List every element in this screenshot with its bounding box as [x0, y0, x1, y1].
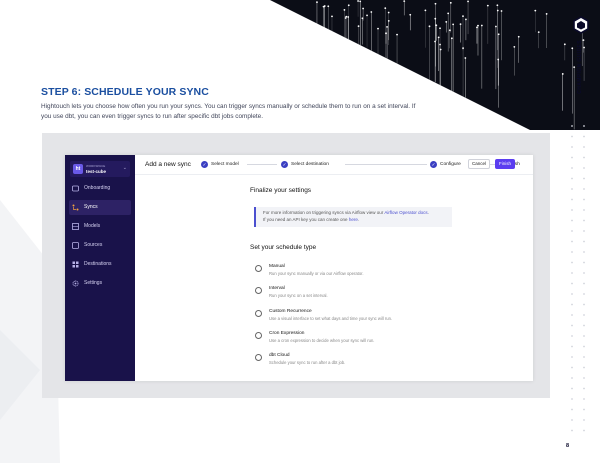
- page-title: Add a new sync: [145, 161, 191, 168]
- schedule-option-manual[interactable]: Manual Run your sync manually or via our…: [255, 264, 445, 280]
- callout-line: If you need an API key you can create on…: [263, 217, 452, 224]
- step-connector: [247, 164, 277, 165]
- option-description: Use a visual interface to set what days …: [269, 316, 393, 321]
- wizard-step-label: Select destination: [291, 162, 329, 167]
- option-description: Schedule your sync to run after a dbt jo…: [269, 360, 346, 365]
- sidebar-item-label: Syncs: [84, 204, 98, 210]
- callout-text: If you need an API key you can create on…: [263, 216, 349, 222]
- info-callout: For more information on triggering syncs…: [254, 207, 452, 227]
- sidebar-item-settings[interactable]: Settings: [69, 276, 131, 291]
- page-number: 8: [566, 443, 570, 449]
- option-title: Interval: [269, 286, 285, 291]
- check-icon: ✓: [281, 161, 288, 168]
- radio-button[interactable]: [255, 310, 262, 317]
- onboarding-icon: [72, 185, 79, 192]
- chevron-down-icon: ⌄: [122, 165, 127, 171]
- radio-button[interactable]: [255, 287, 262, 294]
- sidebar-item-label: Destinations: [84, 261, 112, 267]
- step-title: STEP 6: SCHEDULE YOUR SYNC: [41, 86, 209, 98]
- step-connector: [345, 164, 427, 165]
- api-key-link[interactable]: here: [349, 217, 358, 222]
- option-title: dbt Cloud: [269, 353, 290, 358]
- schedule-option-custom-recurrence[interactable]: Custom Recurrence Use a visual interface…: [255, 309, 445, 325]
- option-title: Custom Recurrence: [269, 309, 312, 314]
- sidebar-item-models[interactable]: Models: [69, 219, 131, 234]
- champion-logo-icon: [572, 16, 590, 34]
- option-title: Cron Expression: [269, 331, 305, 336]
- check-icon: ✓: [201, 161, 208, 168]
- workspace-switcher[interactable]: ht WORKSPACE test-cube ⌄: [70, 161, 130, 177]
- workspace-logo: ht: [73, 164, 83, 174]
- sidebar-item-destinations[interactable]: Destinations: [69, 257, 131, 272]
- dot-grid-decoration: [566, 120, 592, 440]
- hightouch-app-window: ht WORKSPACE test-cube ⌄ Onboarding Sync…: [65, 155, 533, 381]
- schedule-heading: Set your schedule type: [250, 244, 317, 251]
- option-description: Run your sync manually or via our Airflo…: [269, 271, 364, 276]
- sidebar-item-syncs[interactable]: Syncs: [69, 200, 131, 215]
- destinations-icon: [72, 261, 79, 268]
- radio-button[interactable]: [255, 332, 262, 339]
- callout-text: For more information on triggering syncs…: [263, 210, 385, 215]
- cancel-button[interactable]: Cancel: [468, 159, 490, 169]
- callout-text: .: [357, 216, 360, 222]
- step-description: Hightouch lets you choose how often you …: [41, 103, 416, 120]
- schedule-option-dbt-cloud[interactable]: dbt Cloud Schedule your sync to run afte…: [255, 353, 445, 369]
- brand-vertical-label: CHAMPION GUIDES: [577, 40, 583, 94]
- sidebar-item-onboarding[interactable]: Onboarding: [69, 181, 131, 196]
- sidebar-nav: Onboarding Syncs Models Sources Destinat…: [65, 179, 135, 295]
- radio-button[interactable]: [255, 354, 262, 361]
- sidebar-item-sources[interactable]: Sources: [69, 238, 131, 253]
- wizard-step-label: Configure: [440, 162, 461, 167]
- schedule-option-cron[interactable]: Cron Expression Use a cron expression to…: [255, 331, 445, 347]
- wizard-step-label: Select model: [211, 162, 239, 167]
- sidebar-item-label: Sources: [84, 242, 103, 248]
- workspace-name: test-cube: [86, 169, 107, 174]
- models-icon: [72, 223, 79, 230]
- schedule-option-interval[interactable]: Interval Run your sync on a set interval…: [255, 286, 445, 302]
- airflow-docs-link[interactable]: Airflow Operator docs: [384, 210, 427, 215]
- workspace-kind: WORKSPACE: [86, 164, 106, 168]
- radio-button[interactable]: [255, 265, 262, 272]
- option-description: Use a cron expression to decide when you…: [269, 338, 375, 343]
- settings-panel: Finalize your settings For more informat…: [250, 185, 470, 381]
- finish-button[interactable]: Finish: [495, 159, 515, 169]
- sidebar-item-label: Settings: [84, 280, 103, 286]
- screenshot-frame: ht WORKSPACE test-cube ⌄ Onboarding Sync…: [42, 133, 550, 398]
- sidebar-item-label: Models: [84, 223, 101, 229]
- sources-icon: [72, 242, 79, 249]
- callout-text: .: [427, 210, 429, 215]
- gear-icon: [72, 280, 79, 287]
- brand-mark: CHAMPION GUIDES: [570, 10, 594, 100]
- sidebar: ht WORKSPACE test-cube ⌄ Onboarding Sync…: [65, 155, 135, 381]
- syncs-icon: [72, 204, 79, 211]
- finalize-heading: Finalize your settings: [250, 187, 312, 194]
- option-title: Manual: [269, 264, 285, 269]
- option-description: Run your sync on a set interval.: [269, 293, 328, 298]
- sidebar-item-label: Onboarding: [84, 185, 111, 191]
- check-icon: ✓: [430, 161, 437, 168]
